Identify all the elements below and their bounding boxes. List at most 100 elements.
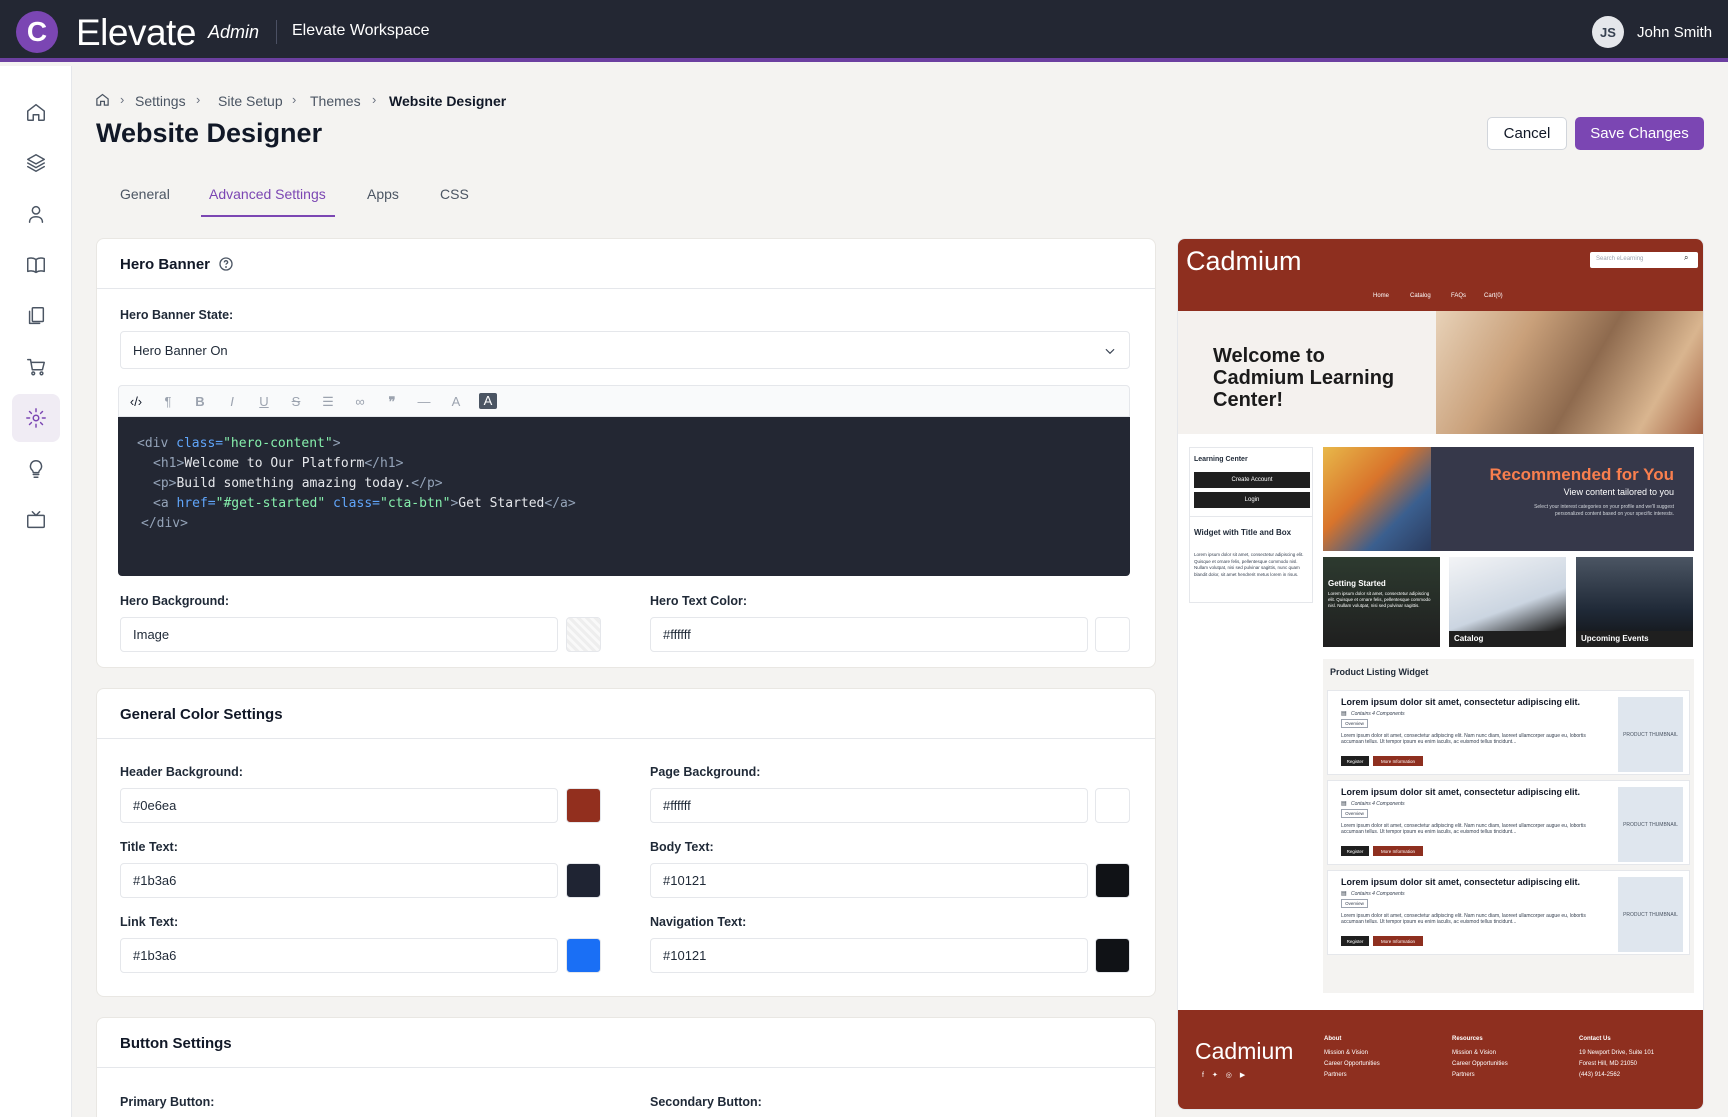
code-line: <h1>Welcome to Our Platform</h1> <box>153 456 404 471</box>
save-changes-button[interactable]: Save Changes <box>1575 117 1704 150</box>
code-icon[interactable]: ‹/› <box>127 394 145 409</box>
tab-advanced-settings[interactable]: Advanced Settings <box>209 186 326 202</box>
user-name[interactable]: John Smith <box>1637 24 1712 41</box>
link-icon[interactable]: ∞ <box>351 394 369 409</box>
sidebar-item-media[interactable] <box>12 496 60 544</box>
cancel-button[interactable]: Cancel <box>1487 117 1567 150</box>
tv-icon <box>27 511 45 529</box>
product-more-info: More Information <box>1373 936 1423 946</box>
sidebar-item-settings[interactable] <box>12 394 60 442</box>
paragraph-icon[interactable]: ¶ <box>159 394 177 409</box>
page-background-swatch[interactable] <box>1095 788 1130 823</box>
preview-login: Login <box>1194 492 1310 508</box>
product-text: Lorem ipsum dolor sit amet, consectetur … <box>1341 733 1586 745</box>
breadcrumb-site-setup[interactable]: Site Setup <box>218 93 283 109</box>
sidebar-item-content[interactable] <box>12 292 60 340</box>
top-bar: C Elevate Admin Elevate Workspace JS Joh… <box>0 0 1728 62</box>
sidebar-item-home[interactable] <box>12 88 60 136</box>
breadcrumb-themes[interactable]: Themes <box>310 93 361 109</box>
italic-icon[interactable]: I <box>223 394 241 409</box>
elevate-logo[interactable]: C <box>16 11 58 53</box>
navigation-text-input[interactable]: #10121 <box>650 938 1088 973</box>
title-text-input[interactable]: #1b3a6 <box>120 863 558 898</box>
tab-css[interactable]: CSS <box>440 186 469 202</box>
header-background-swatch[interactable] <box>566 788 601 823</box>
code-line: </div> <box>141 516 188 531</box>
sidebar-item-layers[interactable] <box>12 139 60 187</box>
hero-text-color-swatch[interactable] <box>1095 617 1130 652</box>
user-icon <box>28 205 44 223</box>
cart-icon <box>27 358 45 376</box>
footer-link: Partners <box>1324 1072 1347 1078</box>
product-thumbnail: PRODUCT THUMBNAIL <box>1618 787 1683 862</box>
preview-header: Cadmium Search eLearning ⌕ Home Catalog … <box>1178 239 1703 311</box>
sidebar-item-courses[interactable] <box>12 241 60 289</box>
text-color-icon[interactable]: A <box>447 394 465 409</box>
product-title: Lorem ipsum dolor sit amet, consectetur … <box>1341 697 1581 707</box>
page-background-input[interactable]: #ffffff <box>650 788 1088 823</box>
preview-create-account: Create Account <box>1194 472 1310 488</box>
hero-background-input[interactable]: Image <box>120 617 558 652</box>
home-icon[interactable] <box>95 92 110 107</box>
avatar[interactable]: JS <box>1592 16 1624 48</box>
product-components: Contains 4 Components <box>1351 891 1405 897</box>
preview-nav-faqs: FAQs <box>1451 293 1467 299</box>
layers-icon <box>27 154 45 172</box>
breadcrumb-settings[interactable]: Settings <box>135 93 186 109</box>
editor-toolbar: ‹/› ¶ B I U S ☰ ∞ ❞ — A A <box>118 385 1130 417</box>
horizontal-rule-icon[interactable]: — <box>415 394 433 409</box>
preview-nav-home: Home <box>1373 293 1390 299</box>
bold-icon[interactable]: B <box>191 394 209 409</box>
hero-text-color-input[interactable]: #ffffff <box>650 617 1088 652</box>
preview-widget-text: Lorem ipsum dolor sit amet, consectetur … <box>1194 552 1304 577</box>
gear-icon <box>26 408 46 428</box>
footer-address: Forest Hill, MD 21050 <box>1579 1061 1638 1067</box>
product-title: Lorem ipsum dolor sit amet, consectetur … <box>1341 877 1581 887</box>
primary-button-label: Primary Button: <box>120 1095 215 1109</box>
product-thumbnail: PRODUCT THUMBNAIL <box>1618 697 1683 772</box>
hero-state-select[interactable]: Hero Banner On <box>120 331 1130 369</box>
header-background-input[interactable]: #0e6ea <box>120 788 558 823</box>
title-text-swatch[interactable] <box>566 863 601 898</box>
brand-name[interactable]: Elevate <box>76 12 196 54</box>
button-settings-card: Button Settings Primary Button: Secondar… <box>96 1017 1156 1117</box>
copy-icon <box>28 307 45 325</box>
search-icon: ⌕ <box>1684 253 1689 262</box>
product-overview: Overview <box>1341 809 1368 818</box>
sidebar-item-ideas[interactable] <box>12 445 60 493</box>
sidebar-item-users[interactable] <box>12 190 60 238</box>
site-preview[interactable]: Cadmium Search eLearning ⌕ Home Catalog … <box>1177 238 1704 1110</box>
quote-icon[interactable]: ❞ <box>383 394 401 410</box>
highlight-icon[interactable]: A <box>479 393 497 409</box>
html-code-editor[interactable]: <div class="hero-content"> <h1>Welcome t… <box>118 417 1130 576</box>
product-overview: Overview <box>1341 719 1368 728</box>
preview-learning-center: Learning Center <box>1194 456 1248 463</box>
link-text-input[interactable]: #1b3a6 <box>120 938 558 973</box>
box-icon: ▤ <box>1341 711 1347 717</box>
sidebar-item-store[interactable] <box>12 343 60 391</box>
preview-sidebar: Learning Center Create Account Login Wid… <box>1189 447 1313 603</box>
workspace-name[interactable]: Elevate Workspace <box>292 22 430 40</box>
hero-state-label: Hero Banner State: <box>120 308 234 322</box>
link-text-swatch[interactable] <box>566 938 601 973</box>
body-text-label: Body Text: <box>650 840 714 854</box>
tile-text: Lorem ipsum dolor sit amet, consectetur … <box>1328 591 1431 608</box>
chevron-right-icon: › <box>292 92 297 107</box>
social-icons: f✦◎▶ <box>1202 1072 1254 1079</box>
tab-apps[interactable]: Apps <box>367 186 399 202</box>
strikethrough-icon[interactable]: S <box>287 394 305 409</box>
title-text-label: Title Text: <box>120 840 178 854</box>
underline-icon[interactable]: U <box>255 394 273 409</box>
list-icon[interactable]: ☰ <box>319 394 337 410</box>
sidebar <box>0 66 72 1117</box>
product-components: Contains 4 Components <box>1351 801 1405 807</box>
preview-rec-subtitle: View content tailored to you <box>1563 487 1674 497</box>
tab-general[interactable]: General <box>120 186 170 202</box>
hero-background-swatch[interactable] <box>566 617 601 652</box>
help-icon[interactable] <box>218 256 234 272</box>
body-text-swatch[interactable] <box>1095 863 1130 898</box>
topbar-divider <box>276 20 277 44</box>
body-text-input[interactable]: #10121 <box>650 863 1088 898</box>
navigation-text-swatch[interactable] <box>1095 938 1130 973</box>
product-overview: Overview <box>1341 899 1368 908</box>
